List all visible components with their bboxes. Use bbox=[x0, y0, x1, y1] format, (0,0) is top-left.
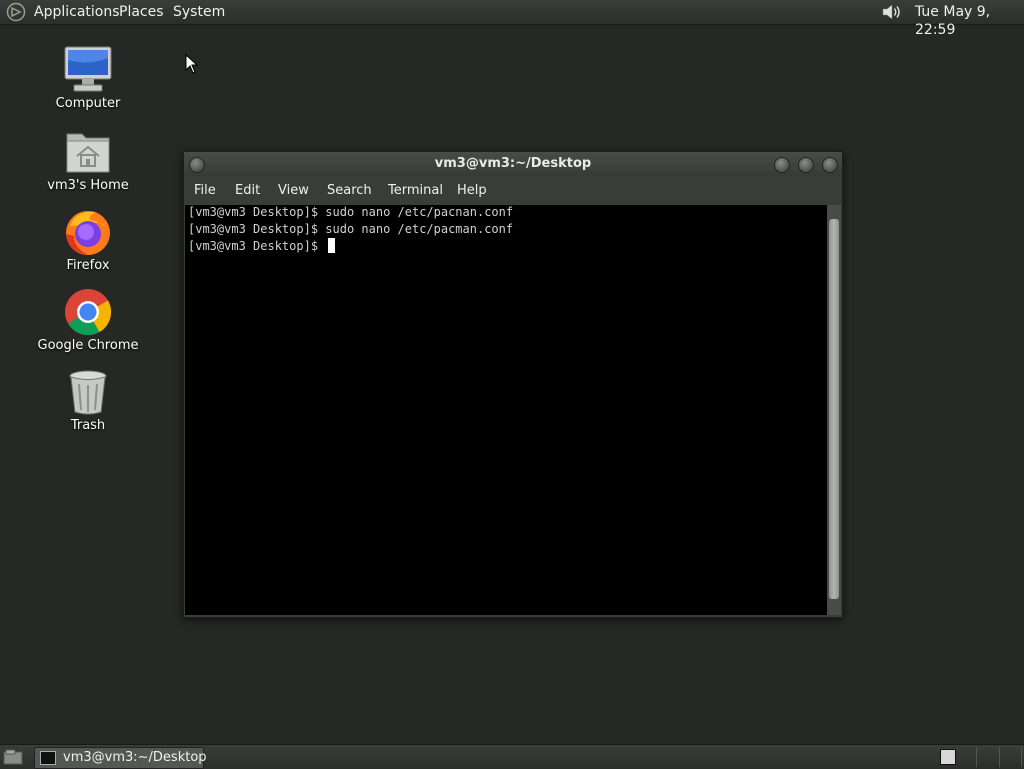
menu-edit[interactable]: Edit bbox=[235, 183, 260, 198]
text-cursor bbox=[328, 238, 336, 253]
terminal-scrollbar[interactable] bbox=[827, 205, 841, 615]
menu-help[interactable]: Help bbox=[457, 183, 487, 198]
window-title: vm3@vm3:~/Desktop bbox=[434, 156, 592, 171]
desktop-icon-label: Google Chrome bbox=[37, 338, 139, 353]
speaker-volume-icon[interactable] bbox=[880, 2, 904, 22]
window-titlebar[interactable]: vm3@vm3:~/Desktop bbox=[184, 152, 842, 176]
terminal-line: [vm3@vm3 Desktop]$ sudo nano /etc/pacman… bbox=[188, 222, 514, 236]
terminal-prompt-line: [vm3@vm3 Desktop]$ bbox=[188, 238, 336, 254]
workspace-switcher-2[interactable] bbox=[976, 747, 1022, 767]
minimize-button[interactable] bbox=[774, 157, 790, 173]
mouse-pointer-icon bbox=[185, 54, 199, 74]
system-menu[interactable]: System bbox=[173, 3, 225, 21]
gnome-foot-icon[interactable] bbox=[6, 2, 26, 22]
workspace-switcher-1[interactable] bbox=[940, 749, 956, 765]
menu-terminal[interactable]: Terminal bbox=[388, 183, 443, 198]
terminal-output[interactable]: [vm3@vm3 Desktop]$ sudo nano /etc/pacnan… bbox=[185, 205, 827, 615]
desktop-icon-firefox[interactable]: Firefox bbox=[33, 208, 143, 273]
desktop-icon-computer[interactable]: Computer bbox=[33, 46, 143, 111]
taskbar-window-button[interactable]: vm3@vm3:~/Desktop bbox=[34, 747, 207, 769]
taskbar-window-label: vm3@vm3:~/Desktop bbox=[63, 750, 207, 765]
terminal-icon bbox=[40, 751, 56, 765]
top-panel: Applications Places System Tue May 9, 22… bbox=[0, 0, 1024, 38]
chrome-icon bbox=[62, 288, 114, 336]
menu-view[interactable]: View bbox=[278, 183, 309, 198]
desktop-icon-home[interactable]: vm3's Home bbox=[33, 128, 143, 193]
desktop-icon-trash[interactable]: Trash bbox=[33, 368, 143, 433]
trash-icon bbox=[62, 368, 114, 416]
menu-file[interactable]: File bbox=[194, 183, 216, 198]
menu-search[interactable]: Search bbox=[327, 183, 372, 198]
show-desktop-icon[interactable] bbox=[3, 749, 23, 765]
places-menu[interactable]: Places bbox=[119, 3, 164, 21]
desktop-icon-chrome[interactable]: Google Chrome bbox=[33, 288, 143, 353]
terminal-menubar: File Edit View Search Terminal Help bbox=[184, 176, 842, 204]
maximize-button[interactable] bbox=[798, 157, 814, 173]
applications-menu[interactable]: Applications bbox=[34, 3, 120, 21]
desktop-icon-label: Firefox bbox=[66, 258, 110, 273]
firefox-icon bbox=[62, 208, 114, 256]
scrollbar-thumb[interactable] bbox=[829, 219, 839, 599]
clock[interactable]: Tue May 9, 22:59 bbox=[915, 3, 1024, 39]
computer-monitor-icon bbox=[62, 46, 114, 94]
desktop-icon-label: vm3's Home bbox=[47, 178, 129, 193]
terminal-prompt: [vm3@vm3 Desktop]$ bbox=[188, 239, 326, 253]
desktop-icon-label: Computer bbox=[55, 96, 121, 111]
home-folder-icon bbox=[62, 128, 114, 176]
desktop-icon-label: Trash bbox=[70, 418, 106, 433]
terminal-line: [vm3@vm3 Desktop]$ sudo nano /etc/pacnan… bbox=[188, 205, 514, 219]
bottom-panel: vm3@vm3:~/Desktop bbox=[0, 744, 1024, 769]
close-button[interactable] bbox=[822, 157, 838, 173]
terminal-window[interactable]: vm3@vm3:~/Desktop File Edit View Search … bbox=[183, 151, 843, 618]
